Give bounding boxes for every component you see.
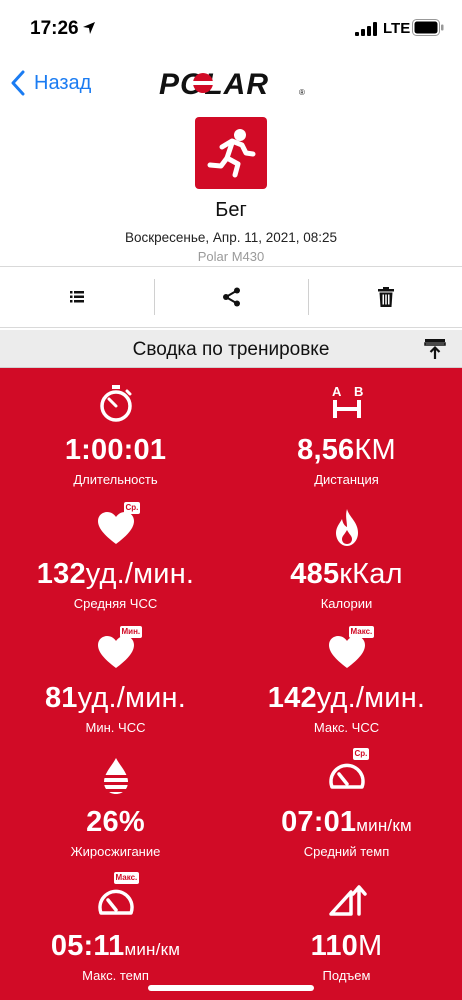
- nav-bar: Назад POLAR ®: [0, 58, 462, 108]
- stat-max-hr: Макс. 142уд./мин. Макс. ЧСС: [231, 626, 462, 735]
- list-button[interactable]: [0, 267, 153, 327]
- pin-to-top-icon[interactable]: [423, 337, 447, 361]
- running-person-icon: [207, 129, 256, 178]
- status-bar: 17:26 LTE: [0, 0, 462, 58]
- stat-value: 1:00:01: [64, 434, 167, 466]
- summary-title: Сводка по тренировке: [132, 339, 330, 360]
- stat-value: 26%: [86, 806, 145, 838]
- sport-title: Бег: [215, 199, 247, 221]
- avg-badge: Ср.: [123, 502, 141, 514]
- stat-label: Средняя ЧСС: [73, 596, 158, 611]
- svg-text:A: A: [332, 384, 342, 399]
- stat-label: Средний темп: [303, 844, 390, 859]
- training-stats-panel: 1:00:01 Длительность A B 8,56КМ Дистанци…: [0, 368, 462, 1000]
- chevron-left-icon: [11, 70, 25, 96]
- battery-icon: [412, 19, 444, 36]
- stat-value: 132уд./мин.: [36, 558, 195, 590]
- min-badge: Мин.: [119, 626, 143, 638]
- stat-ascent: 110М Подъем: [231, 878, 462, 983]
- stat-label: Макс. темп: [82, 968, 149, 983]
- polar-logo: POLAR ®: [159, 68, 305, 100]
- max-badge: Макс.: [113, 872, 140, 884]
- svg-text:®: ®: [299, 88, 305, 97]
- logo-text: POLAR: [159, 68, 269, 100]
- status-time: 17:26: [30, 18, 79, 39]
- avg-badge: Ср.: [352, 748, 370, 760]
- stat-avg-pace: Ср. 07:01мин/км Средний темп: [231, 748, 462, 859]
- stat-label: Подъем: [322, 968, 371, 983]
- stat-value: 8,56КМ: [297, 434, 396, 466]
- stat-value: 07:01мин/км: [281, 806, 412, 838]
- stat-duration: 1:00:01 Длительность: [0, 382, 231, 487]
- device-name: Polar M430: [197, 249, 265, 264]
- pace-avg-icon: Ср.: [325, 748, 370, 798]
- stat-label: Жиросжигание: [70, 844, 161, 859]
- flame-icon: [335, 509, 358, 546]
- stopwatch-icon: [99, 385, 132, 422]
- pace-max-icon: Макс.: [94, 872, 140, 922]
- stat-label: Длительность: [73, 472, 158, 487]
- fat-burn-icon: [103, 758, 128, 794]
- stat-label: Мин. ЧСС: [85, 720, 146, 735]
- stat-distance: A B 8,56КМ Дистанция: [231, 382, 462, 487]
- stat-value: 110М: [310, 930, 383, 962]
- stat-value: 81уд./мин.: [44, 682, 187, 714]
- list-icon: [69, 291, 84, 303]
- stat-value: 05:11мин/км: [50, 930, 181, 962]
- stat-min-hr: Мин. 81уд./мин. Мин. ЧСС: [0, 626, 231, 735]
- cellular-signal-icon: [355, 22, 377, 36]
- back-button[interactable]: Назад: [10, 68, 91, 98]
- network-type: LTE: [383, 20, 411, 37]
- back-label: Назад: [34, 71, 92, 94]
- action-bar: [0, 266, 462, 328]
- stat-value: 142уд./мин.: [267, 682, 426, 714]
- location-arrow-icon: [83, 22, 95, 34]
- heart-rate-min-icon: Мин.: [94, 626, 143, 674]
- stat-avg-hr: Ср. 132уд./мин. Средняя ЧСС: [0, 502, 231, 611]
- max-badge: Макс.: [348, 626, 375, 638]
- stat-label: Макс. ЧСС: [313, 720, 380, 735]
- home-indicator[interactable]: [148, 985, 314, 991]
- heart-rate-avg-icon: Ср.: [94, 502, 141, 550]
- stat-value: 485кКал: [290, 558, 403, 590]
- distance-a-b-icon: A B: [332, 384, 363, 418]
- session-date: Воскресенье, Апр. 11, 2021, 08:25: [124, 230, 338, 245]
- ascent-icon: [328, 885, 367, 916]
- running-sport-icon: [195, 117, 267, 189]
- stat-label: Калории: [320, 596, 373, 611]
- speedometer-icon: [97, 889, 134, 915]
- stat-fat-burn: 26% Жиросжигание: [0, 754, 231, 859]
- stat-calories: 485кКал Калории: [231, 506, 462, 611]
- delete-button[interactable]: [309, 267, 462, 327]
- stat-label: Дистанция: [314, 472, 379, 487]
- share-icon: [222, 287, 240, 307]
- stat-max-pace: Макс. 05:11мин/км Макс. темп: [0, 872, 231, 983]
- trash-icon: [377, 287, 394, 307]
- speedometer-icon: [328, 763, 365, 789]
- share-button[interactable]: [155, 267, 308, 327]
- summary-header: Сводка по тренировке: [0, 330, 462, 368]
- svg-text:B: B: [354, 384, 363, 399]
- heart-rate-max-icon: Макс.: [325, 626, 375, 674]
